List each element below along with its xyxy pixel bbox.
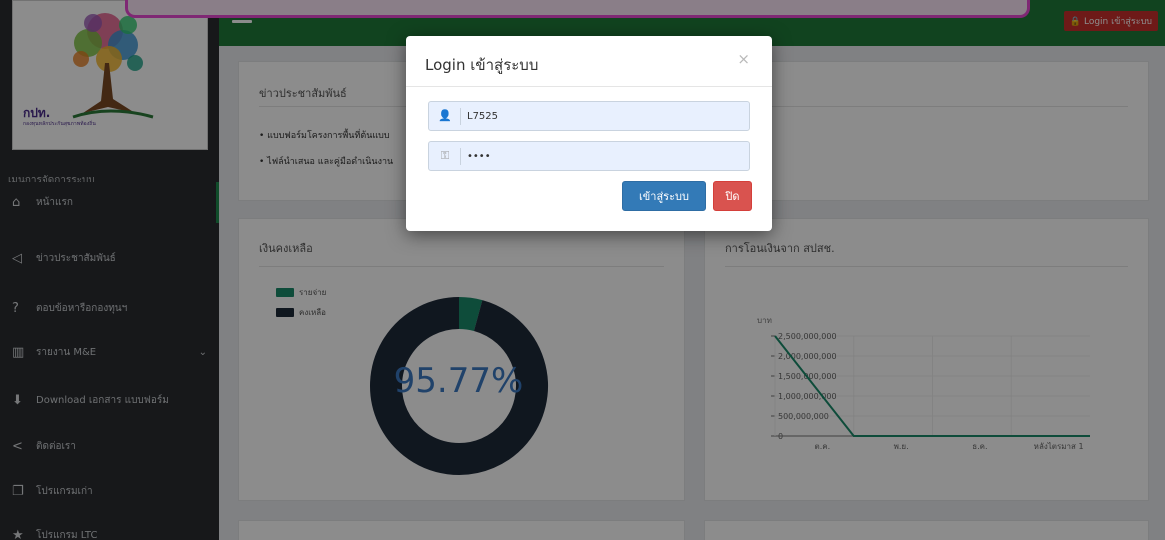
password-field[interactable]: ⚿ <box>428 141 750 171</box>
divider <box>460 108 461 125</box>
username-field[interactable]: 👤 <box>428 101 750 131</box>
modal-title: Login เข้าสู่ระบบ <box>425 56 539 74</box>
divider <box>406 86 772 87</box>
close-button[interactable]: ปิด <box>713 181 752 211</box>
divider <box>460 148 461 165</box>
login-modal: Login เข้าสู่ระบบ × 👤 ⚿ เข้าสู่ระบบ ปิด <box>406 36 772 231</box>
key-icon: ⚿ <box>440 149 450 162</box>
username-input[interactable] <box>467 107 737 125</box>
password-input[interactable] <box>467 147 737 165</box>
login-submit-button[interactable]: เข้าสู่ระบบ <box>622 181 706 211</box>
close-icon[interactable]: × <box>737 50 750 68</box>
user-icon: 👤 <box>438 109 452 122</box>
